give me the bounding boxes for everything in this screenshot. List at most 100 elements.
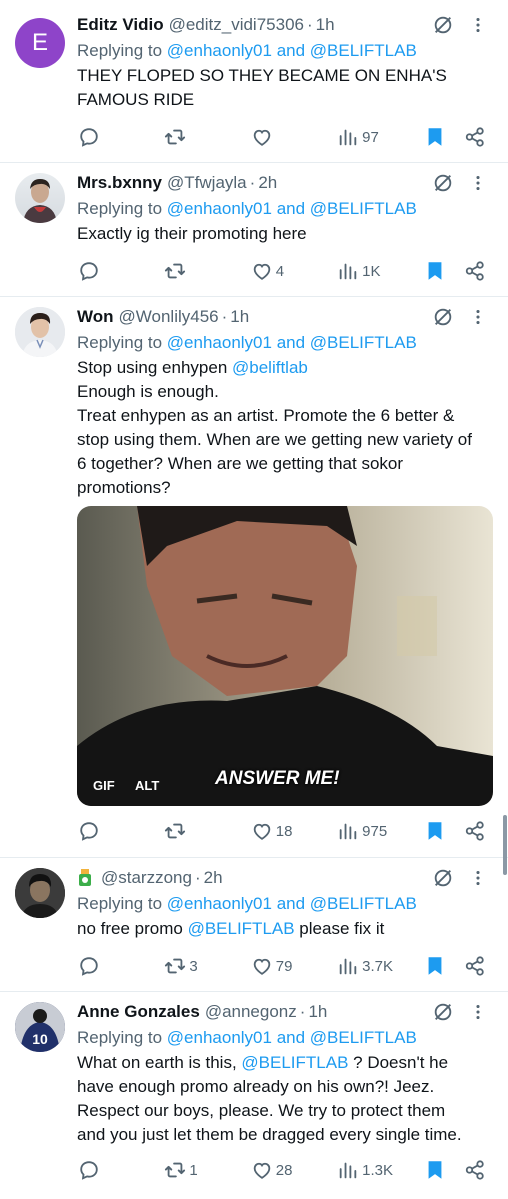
text-line: Exactly ig their promoting here: [77, 224, 307, 243]
like-button[interactable]: [251, 126, 321, 148]
profile-photo: [15, 868, 65, 918]
bookmark-icon: [424, 126, 446, 148]
grok-icon[interactable]: [432, 172, 454, 194]
mention-link[interactable]: @beliftlab: [232, 358, 308, 377]
views-button[interactable]: 97: [337, 126, 407, 148]
views-count: 975: [362, 822, 388, 840]
retweet-button[interactable]: 1: [164, 1159, 234, 1181]
share-button[interactable]: [464, 955, 488, 977]
alt-badge[interactable]: ALT: [135, 778, 159, 793]
tweet-text: What on earth is this, @BELIFTLAB ? Does…: [77, 1051, 494, 1147]
reply-prefix: Replying to: [77, 894, 163, 913]
text-line: Respect our boys, please. We try to prot…: [77, 1101, 446, 1120]
text-line: THEY FLOPED SO THEY BECAME ON ENHA'S: [77, 66, 447, 85]
bookmark-button[interactable]: [424, 820, 448, 842]
reply-mentions[interactable]: @enhaonly01 and @BELIFTLAB: [167, 333, 417, 352]
author-handle[interactable]: @editz_vidi75306: [169, 15, 304, 35]
author-name[interactable]: Won: [77, 307, 114, 327]
like-button[interactable]: 18: [251, 820, 321, 842]
views-count: 97: [362, 128, 379, 146]
text-segment: Stop using enhypen: [77, 358, 233, 377]
reply-button[interactable]: [78, 126, 148, 148]
scrollbar[interactable]: [503, 815, 507, 875]
tweet[interactable]: Won @Wonlily456 · 1h Replying to @enhaon…: [0, 297, 508, 858]
bookmark-button[interactable]: [424, 126, 448, 148]
reply-button[interactable]: [78, 260, 148, 282]
retweet-button[interactable]: [164, 820, 234, 842]
text-line: What on earth is this, @BELIFTLAB ? Does…: [77, 1051, 494, 1075]
reply-button[interactable]: [78, 820, 148, 842]
reply-icon: [78, 955, 100, 977]
share-button[interactable]: [464, 820, 488, 842]
retweet-count: 3: [189, 957, 198, 975]
more-options-icon[interactable]: [470, 1001, 486, 1023]
reply-mentions[interactable]: @enhaonly01 and @BELIFTLAB: [167, 894, 417, 913]
more-options-icon[interactable]: [470, 867, 486, 889]
grok-icon[interactable]: [432, 867, 454, 889]
retweet-count: 1: [189, 1161, 198, 1179]
retweet-button[interactable]: [164, 260, 234, 282]
text-line: FAMOUS RIDE: [77, 90, 195, 109]
author-name[interactable]: Editz Vidio: [77, 15, 164, 35]
reply-mentions[interactable]: @enhaonly01 and @BELIFTLAB: [167, 41, 417, 60]
bookmark-button[interactable]: [424, 1159, 448, 1181]
share-icon: [464, 955, 486, 977]
like-button[interactable]: 28: [251, 1159, 321, 1181]
reply-button[interactable]: [78, 955, 148, 977]
author-handle[interactable]: @annegonz: [205, 1002, 297, 1022]
retweet-button[interactable]: [164, 126, 234, 148]
bookmark-button[interactable]: [424, 955, 448, 977]
author-name[interactable]: Anne Gonzales: [77, 1002, 200, 1022]
author-name[interactable]: Mrs.bxnny: [77, 173, 162, 193]
gif-media[interactable]: ANSWER ME! GIF ALT: [77, 506, 493, 806]
author-handle[interactable]: @Wonlily456: [119, 307, 219, 327]
timestamp[interactable]: 2h: [258, 173, 277, 193]
tweet[interactable]: Mrs.bxnny @Tfwjayla · 2h Replying to @en…: [0, 163, 508, 297]
views-button[interactable]: 3.7K: [337, 955, 407, 977]
views-button[interactable]: 975: [337, 820, 407, 842]
mention-link[interactable]: @BELIFTLAB: [241, 1053, 348, 1072]
tweet-text: THEY FLOPED SO THEY BECAME ON ENHA'S FAM…: [77, 64, 494, 112]
author-handle[interactable]: @starzzong: [101, 868, 192, 888]
like-button[interactable]: 79: [251, 955, 321, 977]
timestamp[interactable]: 1h: [230, 307, 249, 327]
tweet[interactable]: @starzzong · 2h Replying to @enhaonly01 …: [0, 858, 508, 992]
author-handle[interactable]: @Tfwjayla: [167, 173, 247, 193]
timestamp[interactable]: 1h: [308, 1002, 327, 1022]
timestamp[interactable]: 1h: [316, 15, 335, 35]
views-count: 1.3K: [362, 1161, 394, 1179]
grok-icon[interactable]: [432, 14, 454, 36]
reply-button[interactable]: [78, 1159, 148, 1181]
views-button[interactable]: 1.3K: [337, 1159, 407, 1181]
avatar[interactable]: [15, 868, 65, 918]
more-options-icon[interactable]: [470, 14, 486, 36]
like-button[interactable]: 4: [251, 260, 321, 282]
avatar[interactable]: 10: [15, 1002, 65, 1052]
avatar[interactable]: E: [15, 18, 65, 68]
bookmark-button[interactable]: [424, 260, 448, 282]
heart-icon: [251, 955, 273, 977]
text-line: Enough is enough.: [77, 382, 219, 401]
mention-link[interactable]: @BELIFTLAB: [188, 919, 295, 938]
views-button[interactable]: 1K: [337, 260, 407, 282]
avatar[interactable]: [15, 307, 65, 357]
share-button[interactable]: [464, 1159, 488, 1181]
reply-mentions[interactable]: @enhaonly01 and @BELIFTLAB: [167, 199, 417, 218]
more-options-icon[interactable]: [470, 172, 486, 194]
like-count: 18: [275, 822, 293, 840]
grok-icon[interactable]: [432, 1001, 454, 1023]
reply-mentions[interactable]: @enhaonly01 and @BELIFTLAB: [167, 1028, 417, 1047]
avatar[interactable]: [15, 173, 65, 223]
timestamp[interactable]: 2h: [204, 868, 223, 888]
share-button[interactable]: [464, 126, 488, 148]
svg-text:10: 10: [32, 1031, 48, 1047]
tweet[interactable]: E Editz Vidio @editz_vidi75306 · 1h Repl…: [0, 0, 508, 163]
retweet-button[interactable]: 3: [164, 955, 234, 977]
tweet[interactable]: 10 Anne Gonzales @annegonz · 1h Replying…: [0, 992, 508, 1199]
views-icon: [337, 1159, 359, 1181]
reply-context: Replying to @enhaonly01 and @BELIFTLAB: [77, 38, 494, 64]
more-options-icon[interactable]: [470, 306, 486, 328]
separator-dot: ·: [249, 173, 256, 192]
share-button[interactable]: [464, 260, 488, 282]
grok-icon[interactable]: [432, 306, 454, 328]
